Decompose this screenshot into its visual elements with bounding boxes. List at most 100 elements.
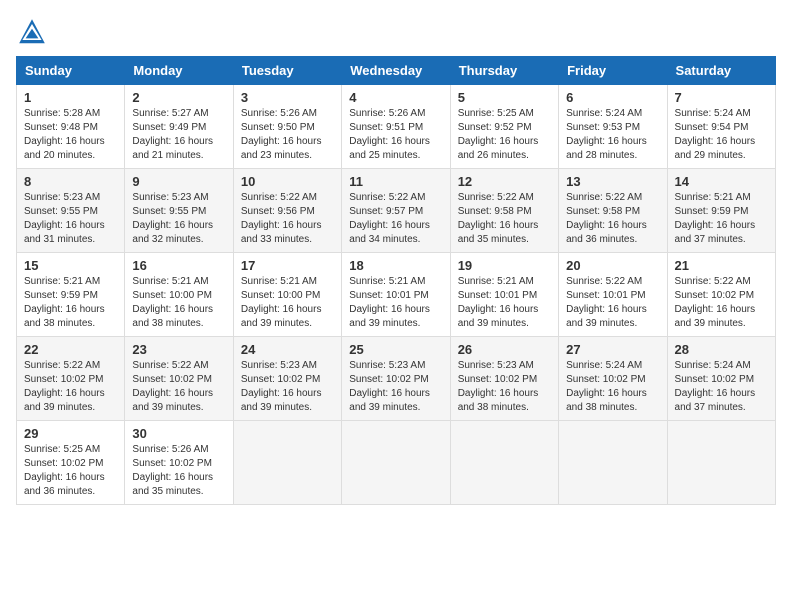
calendar-day-16: 16 Sunrise: 5:21 AMSunset: 10:00 PMDaylig… — [125, 253, 233, 337]
calendar-day-9: 9 Sunrise: 5:23 AMSunset: 9:55 PMDaylight… — [125, 169, 233, 253]
calendar-day-21: 21Sunrise: 5:22 AMSunset: 10:02 PMDaylig… — [667, 253, 775, 337]
day-info: Sunrise: 5:22 AMSunset: 10:02 PMDaylight… — [132, 359, 225, 415]
calendar-header-row: SundayMondayTuesdayWednesdayThursdayFrid… — [17, 57, 776, 85]
day-info: Sunrise: 5:24 AMSunset: 10:02 PMDaylight… — [566, 359, 659, 415]
calendar-day-11: 11 Sunrise: 5:22 AMSunset: 9:57 PMDayligh… — [342, 169, 450, 253]
day-number: 29 — [24, 426, 117, 441]
calendar-day-24: 24 Sunrise: 5:23 AMSunset: 10:02 PMDaylig… — [233, 337, 341, 421]
calendar-day-14: 14 Sunrise: 5:21 AMSunset: 9:59 PMDayligh… — [667, 169, 775, 253]
day-number: 18 — [349, 258, 442, 273]
calendar-day-30: 30 Sunrise: 5:26 AMSunset: 10:02 PMDaylig… — [125, 421, 233, 505]
day-info: Sunrise: 5:22 AMSunset: 10:02 PMDaylight… — [675, 275, 768, 331]
day-number: 30 — [132, 426, 225, 441]
calendar-day-25: 25 Sunrise: 5:23 AMSunset: 10:02 PMDaylig… — [342, 337, 450, 421]
calendar-day-4: 4 Sunrise: 5:26 AMSunset: 9:51 PMDaylight… — [342, 85, 450, 169]
calendar-empty — [450, 421, 558, 505]
day-info: Sunrise: 5:21 AMSunset: 9:59 PMDaylight:… — [675, 191, 768, 247]
day-info: Sunrise: 5:22 AMSunset: 10:01 PMDaylight… — [566, 275, 659, 331]
day-number: 5 — [458, 90, 551, 105]
day-info: Sunrise: 5:22 AMSunset: 9:58 PMDaylight:… — [566, 191, 659, 247]
day-number: 4 — [349, 90, 442, 105]
day-info: Sunrise: 5:22 AMSunset: 9:57 PMDaylight:… — [349, 191, 442, 247]
calendar-day-17: 17Sunrise: 5:21 AMSunset: 10:00 PMDaylig… — [233, 253, 341, 337]
day-info: Sunrise: 5:21 AMSunset: 10:00 PMDaylight… — [241, 275, 334, 331]
day-number: 19 — [458, 258, 551, 273]
day-info: Sunrise: 5:23 AMSunset: 9:55 PMDaylight:… — [24, 191, 117, 247]
calendar-body: 1Sunrise: 5:28 AMSunset: 9:48 PMDaylight… — [17, 85, 776, 505]
day-info: Sunrise: 5:23 AMSunset: 10:02 PMDaylight… — [458, 359, 551, 415]
day-info: Sunrise: 5:21 AMSunset: 9:59 PMDaylight:… — [24, 275, 117, 331]
day-info: Sunrise: 5:21 AMSunset: 10:00 PMDaylight… — [132, 275, 225, 331]
page-header — [16, 16, 776, 48]
day-info: Sunrise: 5:26 AMSunset: 10:02 PMDaylight… — [132, 443, 225, 499]
day-number: 11 — [349, 174, 442, 189]
calendar-header: SundayMondayTuesdayWednesdayThursdayFrid… — [17, 57, 776, 85]
day-number: 2 — [132, 90, 225, 105]
calendar-day-7: 7 Sunrise: 5:24 AMSunset: 9:54 PMDaylight… — [667, 85, 775, 169]
day-number: 22 — [24, 342, 117, 357]
logo-icon — [16, 16, 48, 48]
day-info: Sunrise: 5:21 AMSunset: 10:01 PMDaylight… — [458, 275, 551, 331]
day-number: 28 — [675, 342, 768, 357]
day-number: 25 — [349, 342, 442, 357]
calendar-day-28: 28 Sunrise: 5:24 AMSunset: 10:02 PMDaylig… — [667, 337, 775, 421]
calendar-day-22: 22 Sunrise: 5:22 AMSunset: 10:02 PMDaylig… — [17, 337, 125, 421]
day-number: 13 — [566, 174, 659, 189]
day-number: 7 — [675, 90, 768, 105]
day-info: Sunrise: 5:24 AMSunset: 9:53 PMDaylight:… — [566, 107, 659, 163]
calendar-week-1: 1Sunrise: 5:28 AMSunset: 9:48 PMDaylight… — [17, 85, 776, 169]
header-sunday: Sunday — [17, 57, 125, 85]
day-number: 16 — [132, 258, 225, 273]
calendar-day-23: 23 Sunrise: 5:22 AMSunset: 10:02 PMDaylig… — [125, 337, 233, 421]
day-info: Sunrise: 5:21 AMSunset: 10:01 PMDaylight… — [349, 275, 442, 331]
calendar-day-19: 19 Sunrise: 5:21 AMSunset: 10:01 PMDaylig… — [450, 253, 558, 337]
day-info: Sunrise: 5:25 AMSunset: 9:52 PMDaylight:… — [458, 107, 551, 163]
calendar-day-29: 29 Sunrise: 5:25 AMSunset: 10:02 PMDaylig… — [17, 421, 125, 505]
day-number: 24 — [241, 342, 334, 357]
header-saturday: Saturday — [667, 57, 775, 85]
day-info: Sunrise: 5:26 AMSunset: 9:50 PMDaylight:… — [241, 107, 334, 163]
calendar-week-3: 15 Sunrise: 5:21 AMSunset: 9:59 PMDayligh… — [17, 253, 776, 337]
day-info: Sunrise: 5:24 AMSunset: 10:02 PMDaylight… — [675, 359, 768, 415]
day-number: 23 — [132, 342, 225, 357]
calendar-week-5: 29 Sunrise: 5:25 AMSunset: 10:02 PMDaylig… — [17, 421, 776, 505]
calendar-week-2: 8 Sunrise: 5:23 AMSunset: 9:55 PMDaylight… — [17, 169, 776, 253]
calendar-day-6: 6 Sunrise: 5:24 AMSunset: 9:53 PMDaylight… — [559, 85, 667, 169]
day-number: 9 — [132, 174, 225, 189]
day-number: 6 — [566, 90, 659, 105]
calendar-day-27: 27 Sunrise: 5:24 AMSunset: 10:02 PMDaylig… — [559, 337, 667, 421]
calendar-empty — [233, 421, 341, 505]
day-info: Sunrise: 5:27 AMSunset: 9:49 PMDaylight:… — [132, 107, 225, 163]
day-number: 1 — [24, 90, 117, 105]
day-number: 15 — [24, 258, 117, 273]
logo — [16, 16, 52, 48]
calendar-day-15: 15 Sunrise: 5:21 AMSunset: 9:59 PMDayligh… — [17, 253, 125, 337]
calendar-empty — [342, 421, 450, 505]
day-number: 26 — [458, 342, 551, 357]
calendar-day-20: 20 Sunrise: 5:22 AMSunset: 10:01 PMDaylig… — [559, 253, 667, 337]
calendar-day-1: 1Sunrise: 5:28 AMSunset: 9:48 PMDaylight… — [17, 85, 125, 169]
calendar-day-8: 8 Sunrise: 5:23 AMSunset: 9:55 PMDaylight… — [17, 169, 125, 253]
day-info: Sunrise: 5:22 AMSunset: 9:58 PMDaylight:… — [458, 191, 551, 247]
day-number: 20 — [566, 258, 659, 273]
day-info: Sunrise: 5:23 AMSunset: 10:02 PMDaylight… — [349, 359, 442, 415]
header-tuesday: Tuesday — [233, 57, 341, 85]
header-wednesday: Wednesday — [342, 57, 450, 85]
day-info: Sunrise: 5:22 AMSunset: 9:56 PMDaylight:… — [241, 191, 334, 247]
day-info: Sunrise: 5:22 AMSunset: 10:02 PMDaylight… — [24, 359, 117, 415]
day-number: 8 — [24, 174, 117, 189]
header-monday: Monday — [125, 57, 233, 85]
day-number: 14 — [675, 174, 768, 189]
day-info: Sunrise: 5:23 AMSunset: 10:02 PMDaylight… — [241, 359, 334, 415]
calendar-day-2: 2 Sunrise: 5:27 AMSunset: 9:49 PMDaylight… — [125, 85, 233, 169]
day-info: Sunrise: 5:24 AMSunset: 9:54 PMDaylight:… — [675, 107, 768, 163]
calendar-day-18: 18 Sunrise: 5:21 AMSunset: 10:01 PMDaylig… — [342, 253, 450, 337]
day-info: Sunrise: 5:26 AMSunset: 9:51 PMDaylight:… — [349, 107, 442, 163]
day-number: 10 — [241, 174, 334, 189]
day-info: Sunrise: 5:23 AMSunset: 9:55 PMDaylight:… — [132, 191, 225, 247]
day-number: 3 — [241, 90, 334, 105]
calendar-day-13: 13 Sunrise: 5:22 AMSunset: 9:58 PMDayligh… — [559, 169, 667, 253]
day-info: Sunrise: 5:25 AMSunset: 10:02 PMDaylight… — [24, 443, 117, 499]
calendar-day-5: 5 Sunrise: 5:25 AMSunset: 9:52 PMDaylight… — [450, 85, 558, 169]
day-number: 27 — [566, 342, 659, 357]
